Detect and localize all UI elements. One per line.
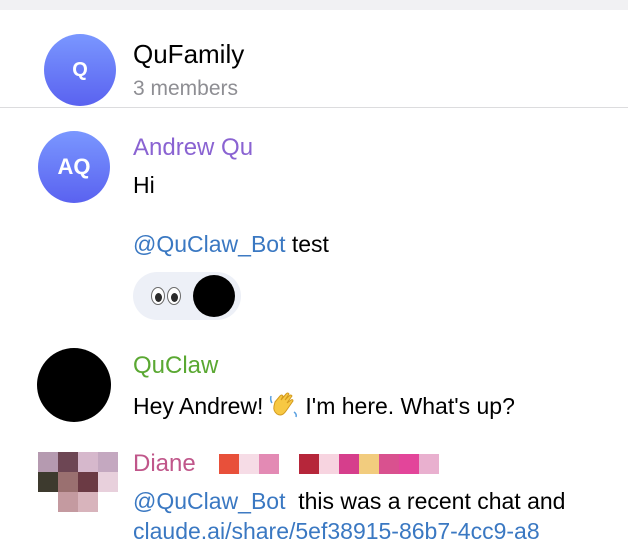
mention-link[interactable]: @QuClaw_Bot <box>133 488 285 514</box>
message-body: Hey Andrew! <box>133 393 264 419</box>
chat-header[interactable]: Q QuFamily 3 members <box>0 10 628 107</box>
message-body: test <box>285 231 329 257</box>
message-body: I'm here. What's up? <box>305 393 515 419</box>
reaction-user-avatar <box>193 275 235 317</box>
sender-name[interactable]: Diane <box>133 450 196 478</box>
message-text: Hi <box>133 172 155 198</box>
sender-name[interactable]: Andrew Qu <box>133 134 253 162</box>
mention-link[interactable]: @QuClaw_Bot <box>133 231 285 257</box>
message-body: this was a recent chat and <box>285 488 566 514</box>
avatar[interactable] <box>38 452 118 512</box>
message-text: @QuClaw_Bot test <box>133 231 329 258</box>
message-text: @QuClaw_Bot this was a recent chat and <box>133 488 628 515</box>
eyes-emoji-icon <box>151 284 185 308</box>
group-title: QuFamily <box>133 39 245 69</box>
waving-hand-emoji-icon <box>269 390 299 420</box>
reaction-pill[interactable] <box>133 272 241 320</box>
message-text: Hey Andrew! I'm here. What's up? <box>133 390 515 420</box>
top-strip <box>0 0 628 10</box>
header-divider <box>0 107 628 108</box>
message-text: claude.ai/share/5ef38915-86b7-4cc9-a8 <box>133 518 628 545</box>
member-count: 3 members <box>133 77 239 100</box>
sender-name[interactable]: QuClaw <box>133 352 218 380</box>
chat-screen: Q QuFamily 3 members AQ Andrew Qu Hi @Qu… <box>0 0 628 554</box>
avatar[interactable] <box>37 348 111 422</box>
group-avatar[interactable]: Q <box>44 34 116 106</box>
avatar[interactable]: AQ <box>38 131 110 203</box>
share-link[interactable]: claude.ai/share/5ef38915-86b7-4cc9-a8 <box>133 518 540 544</box>
